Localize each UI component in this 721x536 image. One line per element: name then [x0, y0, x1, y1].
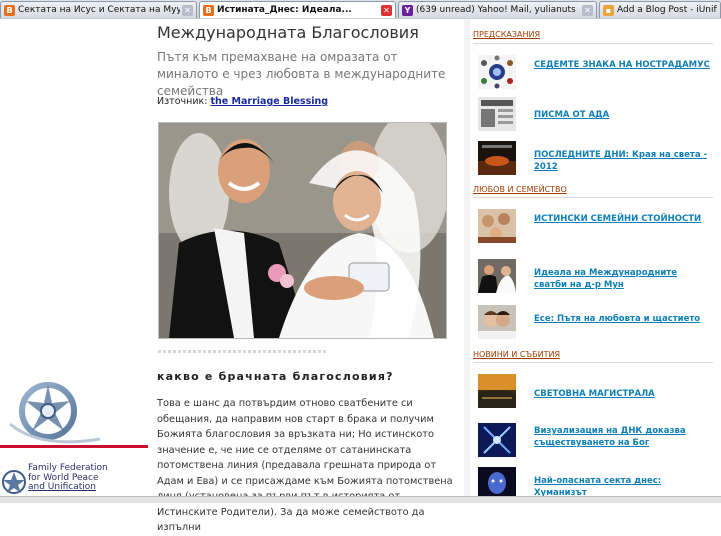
sidebar: ПРЕДСКАЗАНИЯ СЕДЕМТЕ ЗНАКА НА НОСТРАДАМУ…	[470, 19, 721, 502]
sidebar-section-title[interactable]: ЛЮБОВ И СЕМЕЙСТВО	[473, 185, 567, 194]
sidebar-item-nostradamus[interactable]: СЕДЕМТЕ ЗНАКА НА НОСТРАДАМУС	[478, 55, 714, 91]
tab-label: Истината_Днес: Идеала...	[217, 5, 352, 15]
section-divider	[473, 362, 713, 363]
couple-thumbnail[interactable]	[478, 305, 516, 339]
nostradamus-thumbnail[interactable]	[478, 55, 516, 89]
blogger-icon: B	[203, 4, 214, 16]
tab-add-blog-post[interactable]: ▪ Add a Blog Post - iUnificat	[599, 1, 721, 18]
tab-yahoo-mail[interactable]: Y (639 unread) Yahoo! Mail, yulianuts ✕	[398, 1, 597, 18]
source-link[interactable]: the Marriage Blessing	[210, 96, 328, 107]
sidebar-item-family-values[interactable]: ИСТИНСКИ СЕМЕЙНИ СТОЙНОСТИ	[478, 209, 714, 245]
sidebar-item-label[interactable]: ПОСЛЕДНИТЕ ДНИ: Края на света - 2012	[534, 149, 710, 173]
section-heading: какво е брачната благословия?	[157, 370, 394, 383]
sidebar-item-dna-god[interactable]: Визуализация на ДНК доказва съществуване…	[478, 423, 714, 459]
sidebar-item-letters-from-hell[interactable]: ПИСМА ОТ АДА	[478, 97, 714, 133]
last-days-thumbnail[interactable]	[478, 141, 516, 175]
tab-istinata-dnes[interactable]: B Истината_Днес: Идеала... ✕	[199, 1, 396, 18]
source-label: Източник:	[157, 96, 208, 107]
sidebar-item-last-days[interactable]: ПОСЛЕДНИТЕ ДНИ: Края на света - 2012	[478, 141, 714, 177]
sidebar-item-international-weddings[interactable]: Идеала на Международните сватби на д-р М…	[478, 259, 714, 295]
wedding-couple-image	[159, 123, 446, 338]
dna-thumbnail[interactable]	[478, 423, 516, 457]
section-divider	[473, 197, 713, 198]
post-title[interactable]: Международната Благословия	[157, 23, 419, 42]
sidebar-item-world-highway[interactable]: СВЕТОВНА МАГИСТРАЛА	[478, 374, 714, 410]
sidebar-item-label[interactable]: Идеала на Международните сватби на д-р М…	[534, 267, 710, 291]
post-source: Източник: the Marriage Blessing	[157, 96, 328, 107]
sidebar-item-label[interactable]: Есе: Пътя на любовта и щастието	[534, 313, 710, 325]
highway-thumbnail[interactable]	[478, 374, 516, 408]
wedding-thumbnail[interactable]	[478, 259, 516, 293]
folder-icon: ▪	[603, 4, 614, 16]
logo-line: and Unification	[28, 482, 96, 492]
sidebar-item-label[interactable]: ПИСМА ОТ АДА	[534, 109, 710, 121]
wedding-photo	[158, 122, 447, 339]
tab-label: Add a Blog Post - iUnificat	[617, 5, 717, 15]
sidebar-item-label[interactable]: СВЕТОВНА МАГИСТРАЛА	[534, 388, 710, 400]
post-column: Международната Благословия Пътя към прем…	[148, 19, 464, 533]
sidebar-item-path-of-love[interactable]: Есе: Пътя на любовта и щастието	[478, 305, 714, 341]
close-icon[interactable]: ✕	[582, 4, 593, 16]
blogger-icon: B	[4, 4, 15, 16]
family-thumbnail[interactable]	[478, 209, 516, 243]
close-icon[interactable]: ✕	[381, 4, 392, 16]
yahoo-icon: Y	[402, 4, 413, 16]
tab-label: Сектата на Исус и Сектата на Муу...	[18, 5, 180, 15]
sidebar-section-title[interactable]: НОВИНИ И СЪБИТИЯ	[473, 350, 560, 359]
tab-jesus-sect[interactable]: B Сектата на Исус и Сектата на Муу... ✕	[0, 1, 197, 18]
post-body: Това е шанс да потвърдим отново сватбени…	[157, 398, 453, 533]
sidebar-section-title[interactable]: ПРЕДСКАЗАНИЯ	[473, 30, 540, 39]
letters-thumbnail[interactable]	[478, 97, 516, 131]
close-icon[interactable]: ✕	[182, 4, 193, 16]
separator-dots	[158, 350, 328, 353]
page-viewport: Family Federation for World Peace and Un…	[0, 19, 721, 533]
left-gutter: Family Federation for World Peace and Un…	[0, 19, 148, 502]
sidebar-item-label[interactable]: Визуализация на ДНК доказва съществуване…	[534, 425, 710, 449]
sidebar-item-label[interactable]: СЕДЕМТЕ ЗНАКА НА НОСТРАДАМУС	[534, 59, 710, 71]
family-federation-logo: Family Federation for World Peace and Un…	[0, 369, 148, 502]
logo-text: Family Federation for World Peace and Un…	[28, 463, 108, 493]
section-divider	[473, 43, 713, 44]
sidebar-item-label[interactable]: ИСТИНСКИ СЕМЕЙНИ СТОЙНОСТИ	[534, 213, 710, 225]
browser-tab-strip: B Сектата на Исус и Сектата на Муу... ✕ …	[0, 0, 721, 20]
post-subtitle: Пътя към премахване на омразата от минал…	[157, 50, 446, 98]
tab-label: (639 unread) Yahoo! Mail, yulianuts	[416, 5, 576, 15]
